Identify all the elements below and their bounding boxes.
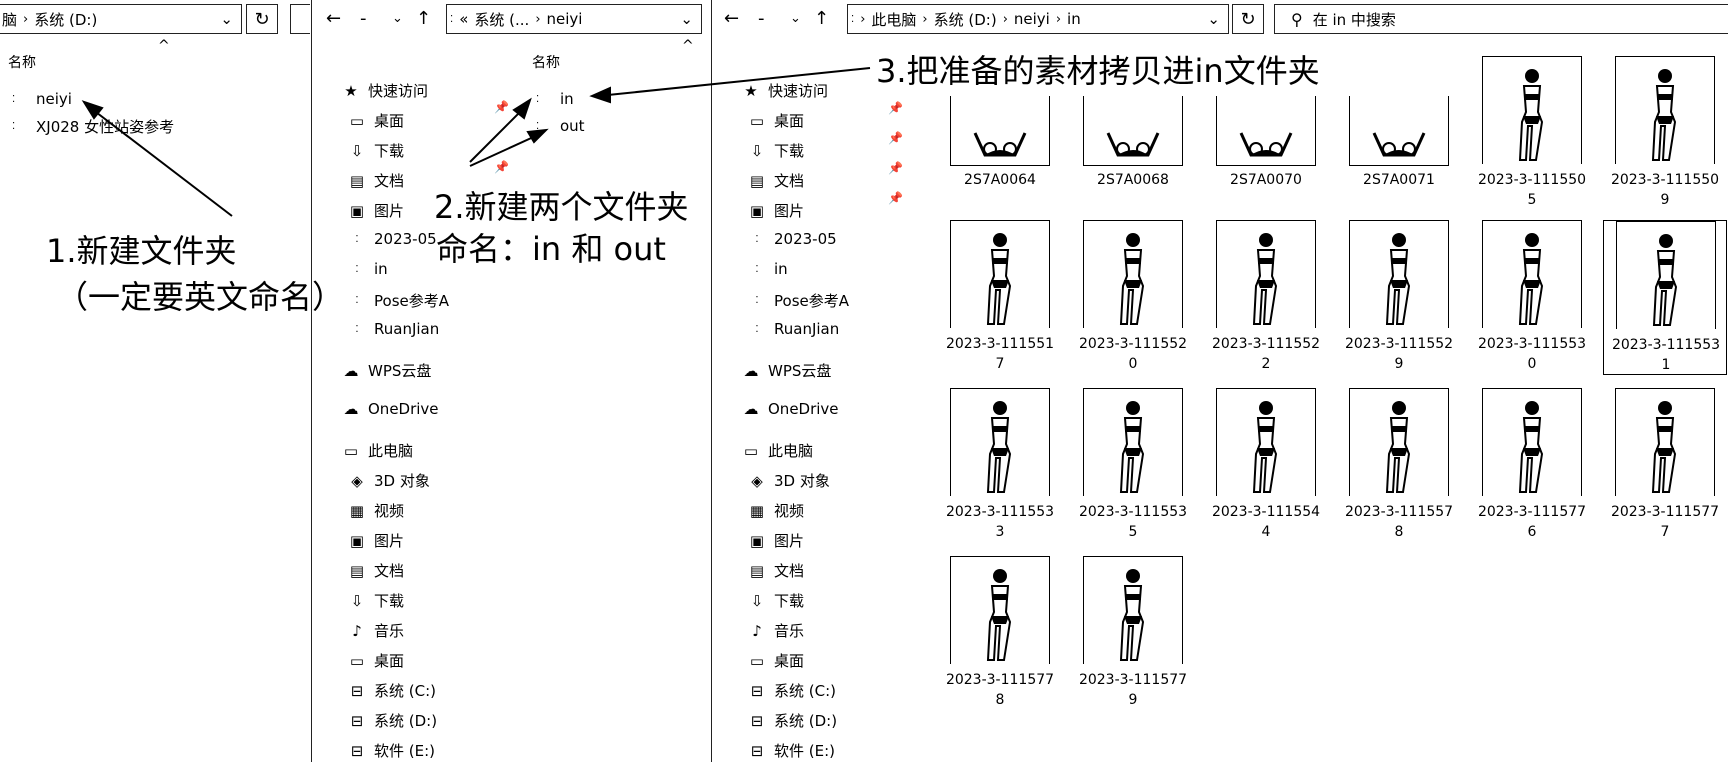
arrow-head xyxy=(589,86,611,104)
annotation-step1-title: 1.新建文件夹 xyxy=(46,232,237,270)
arrow-step3 xyxy=(597,67,871,97)
arrow-step2-out xyxy=(469,133,541,167)
annotation-step3: 3.把准备的素材拷贝进in文件夹 xyxy=(876,46,1320,92)
arrow-head xyxy=(526,128,549,144)
annotation-arrows xyxy=(81,67,871,217)
annotation-step1-note: （一定要英文命名） xyxy=(56,278,345,316)
annotation-step2-note: 命名：in 和 out xyxy=(436,230,666,268)
annotation-step2-title: 2.新建两个文件夹 xyxy=(434,188,689,226)
arrow-step1 xyxy=(87,105,233,217)
